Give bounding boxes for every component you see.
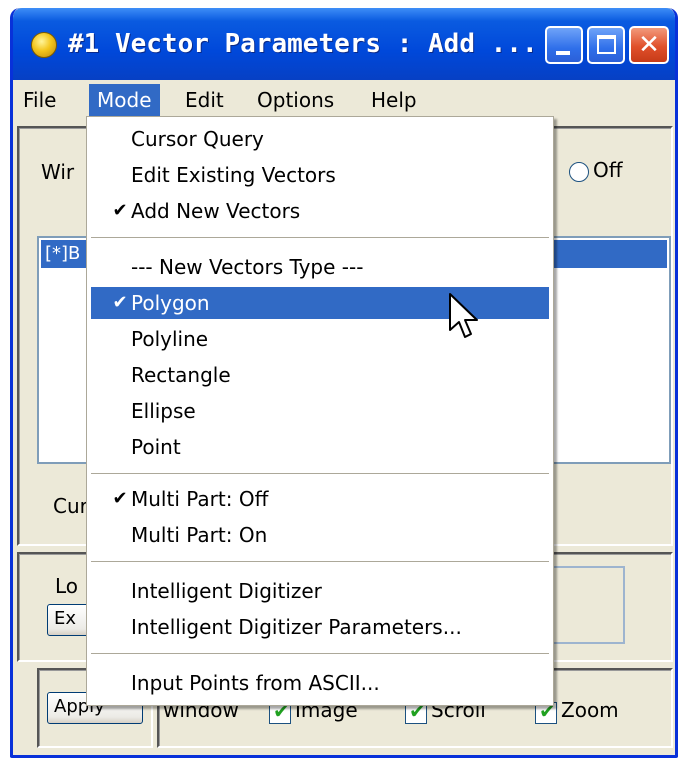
menu-item-label: Multi Part: Off xyxy=(131,487,269,511)
off-radio[interactable] xyxy=(569,162,589,182)
menu-item-label: Cursor Query xyxy=(131,127,264,151)
menu-item-rectangle[interactable]: Rectangle xyxy=(87,359,553,391)
menu-file[interactable]: File xyxy=(15,84,64,116)
menu-item-polyline[interactable]: Polyline xyxy=(87,323,553,355)
check-icon: ✔ xyxy=(112,292,128,313)
menu-header-label: --- New Vectors Type --- xyxy=(131,255,364,279)
menu-separator xyxy=(91,561,549,563)
menu-item-label: Intelligent Digitizer Parameters... xyxy=(131,615,462,639)
window-label: Wir xyxy=(41,160,75,184)
app-icon xyxy=(31,32,57,58)
menu-item-add-new-vectors[interactable]: ✔ Add New Vectors xyxy=(87,195,553,227)
menu-item-intelligent-digitizer-parameters[interactable]: Intelligent Digitizer Parameters... xyxy=(87,611,553,643)
menu-mode[interactable]: Mode xyxy=(89,84,160,116)
menu-separator xyxy=(91,653,549,655)
zoom-label: Zoom xyxy=(561,698,619,722)
menu-item-ellipse[interactable]: Ellipse xyxy=(87,395,553,427)
window-title: #1 Vector Parameters : Add ... xyxy=(68,29,538,59)
menu-item-label: Rectangle xyxy=(131,363,231,387)
menu-item-label: Multi Part: On xyxy=(131,523,268,547)
menu-item-edit-existing-vectors[interactable]: Edit Existing Vectors xyxy=(87,159,553,191)
menu-item-multi-part-off[interactable]: ✔ Multi Part: Off xyxy=(87,483,553,515)
menu-item-label: Edit Existing Vectors xyxy=(131,163,336,187)
close-button[interactable]: ✕ xyxy=(629,26,669,64)
menu-item-multi-part-on[interactable]: Multi Part: On xyxy=(87,519,553,551)
mode-dropdown-menu: Cursor Query Edit Existing Vectors ✔ Add… xyxy=(86,116,554,706)
menu-item-label: Point xyxy=(131,435,181,459)
off-label: Off xyxy=(593,158,623,182)
close-icon: ✕ xyxy=(638,30,660,60)
location-label: Lo xyxy=(55,574,79,598)
current-label: Cur xyxy=(53,494,88,518)
menu-help[interactable]: Help xyxy=(363,84,425,116)
maximize-button[interactable] xyxy=(587,26,625,64)
menu-edit[interactable]: Edit xyxy=(177,84,232,116)
minimize-button[interactable] xyxy=(545,26,583,64)
mouse-pointer-icon xyxy=(449,293,478,338)
menu-item-cursor-query[interactable]: Cursor Query xyxy=(87,123,553,155)
maximize-icon xyxy=(597,35,616,54)
menu-item-point[interactable]: Point xyxy=(87,431,553,463)
menu-item-label: Intelligent Digitizer xyxy=(131,579,322,603)
menu-item-new-vectors-type-header: --- New Vectors Type --- xyxy=(87,251,553,283)
menu-item-input-points-from-ascii[interactable]: Input Points from ASCII... xyxy=(87,667,553,699)
menu-options[interactable]: Options xyxy=(249,84,342,116)
title-bar[interactable]: #1 Vector Parameters : Add ... ✕ xyxy=(13,8,675,80)
menu-item-intelligent-digitizer[interactable]: Intelligent Digitizer xyxy=(87,575,553,607)
menu-item-label: Input Points from ASCII... xyxy=(131,671,380,695)
menu-item-label: Ellipse xyxy=(131,399,196,423)
menu-bar: File Mode Edit Options Help xyxy=(13,80,675,120)
check-icon: ✔ xyxy=(112,488,128,509)
check-icon: ✔ xyxy=(112,200,128,221)
menu-separator xyxy=(91,473,549,475)
menu-item-label: Polyline xyxy=(131,327,209,351)
menu-item-label: Polygon xyxy=(131,291,210,315)
minimize-icon xyxy=(556,51,570,55)
menu-separator xyxy=(91,237,549,239)
menu-item-label: Add New Vectors xyxy=(131,199,301,223)
